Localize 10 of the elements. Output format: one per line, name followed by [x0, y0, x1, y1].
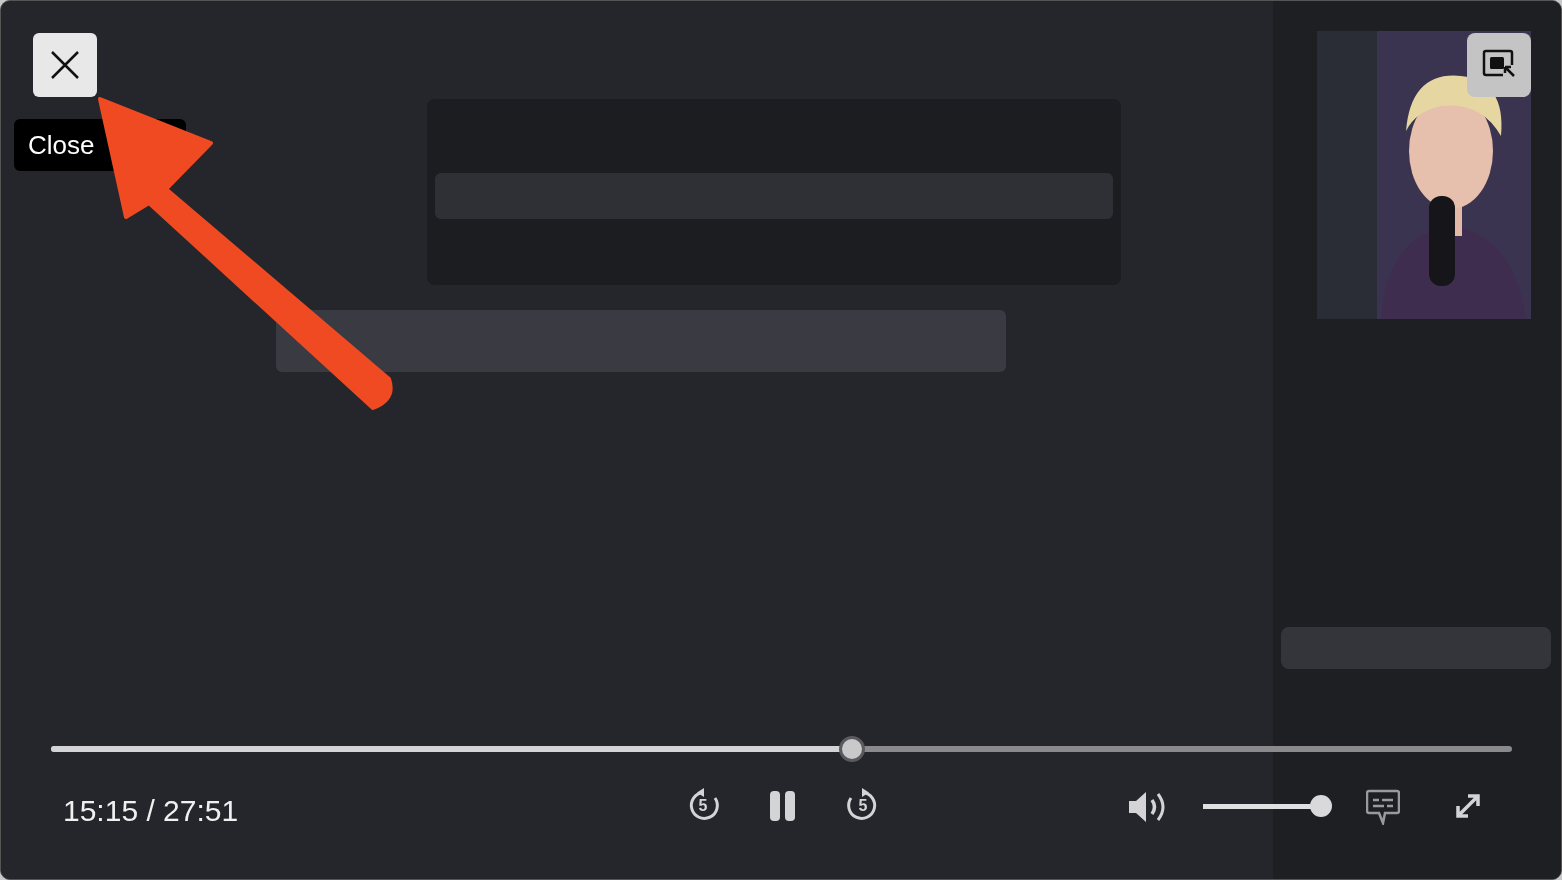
close-icon	[49, 49, 81, 81]
time-display: 15:15 / 27:51	[63, 796, 239, 826]
volume-handle[interactable]	[1309, 795, 1332, 817]
picture-in-picture-button[interactable]	[1467, 33, 1531, 97]
close-button[interactable]	[33, 33, 97, 97]
pause-icon	[770, 791, 796, 821]
skip-forward-button[interactable]: 5	[845, 788, 881, 824]
fullscreen-icon[interactable]	[1454, 792, 1482, 820]
skip-back-button[interactable]: 5	[685, 788, 721, 824]
captions-icon[interactable]	[1366, 789, 1400, 825]
